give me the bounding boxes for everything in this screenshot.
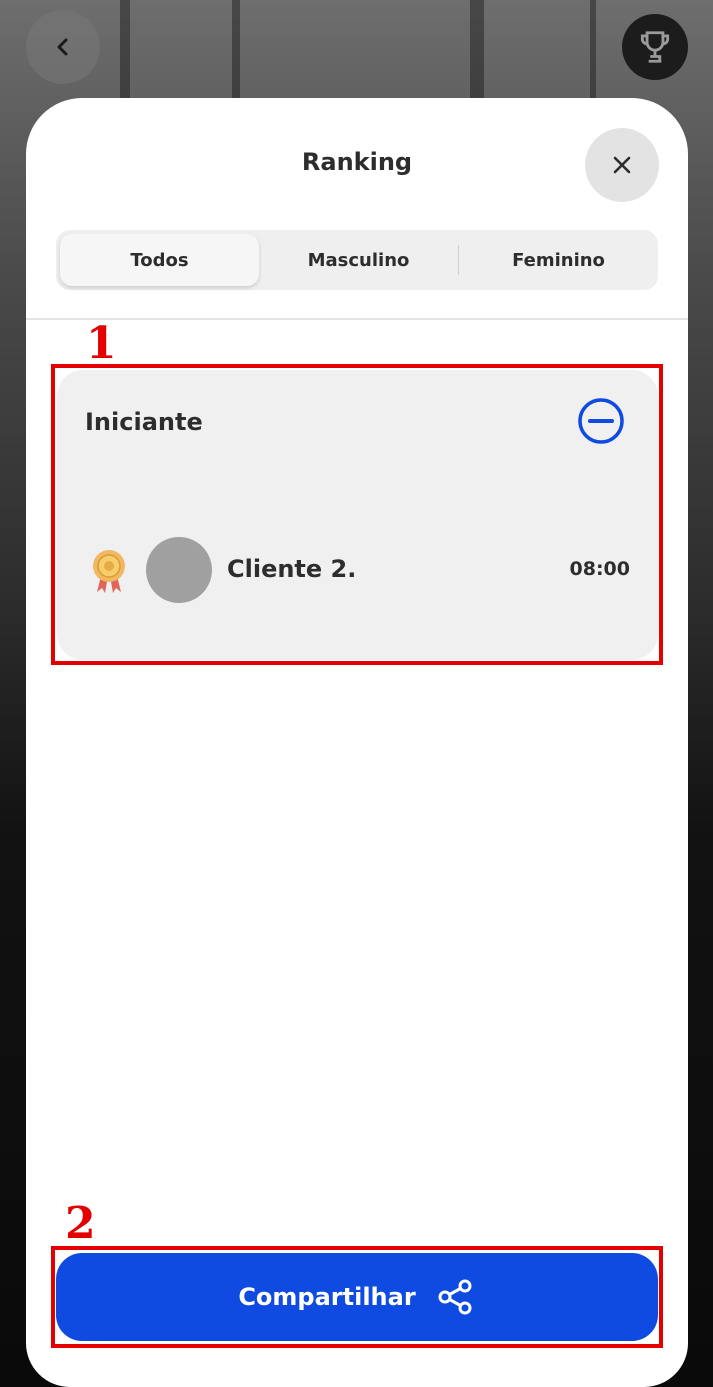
close-button[interactable] (585, 128, 659, 202)
ranking-modal: Ranking Todos Masculino Feminino Inician… (26, 98, 688, 1387)
gender-filter-tabs: Todos Masculino Feminino (56, 230, 658, 290)
chevron-left-icon (57, 38, 68, 56)
annotation-box-1 (51, 364, 663, 665)
tab-masculino[interactable]: Masculino (259, 234, 458, 286)
close-icon (613, 156, 631, 174)
back-button[interactable] (26, 10, 100, 84)
trophy-button[interactable] (622, 14, 688, 80)
tab-feminino[interactable]: Feminino (459, 234, 658, 286)
annotation-box-2 (51, 1246, 663, 1348)
tab-todos[interactable]: Todos (60, 234, 259, 286)
trophy-icon (640, 31, 670, 63)
annotation-marker-1: 1 (86, 318, 117, 369)
divider (26, 318, 688, 320)
annotation-marker-2: 2 (65, 1198, 96, 1249)
